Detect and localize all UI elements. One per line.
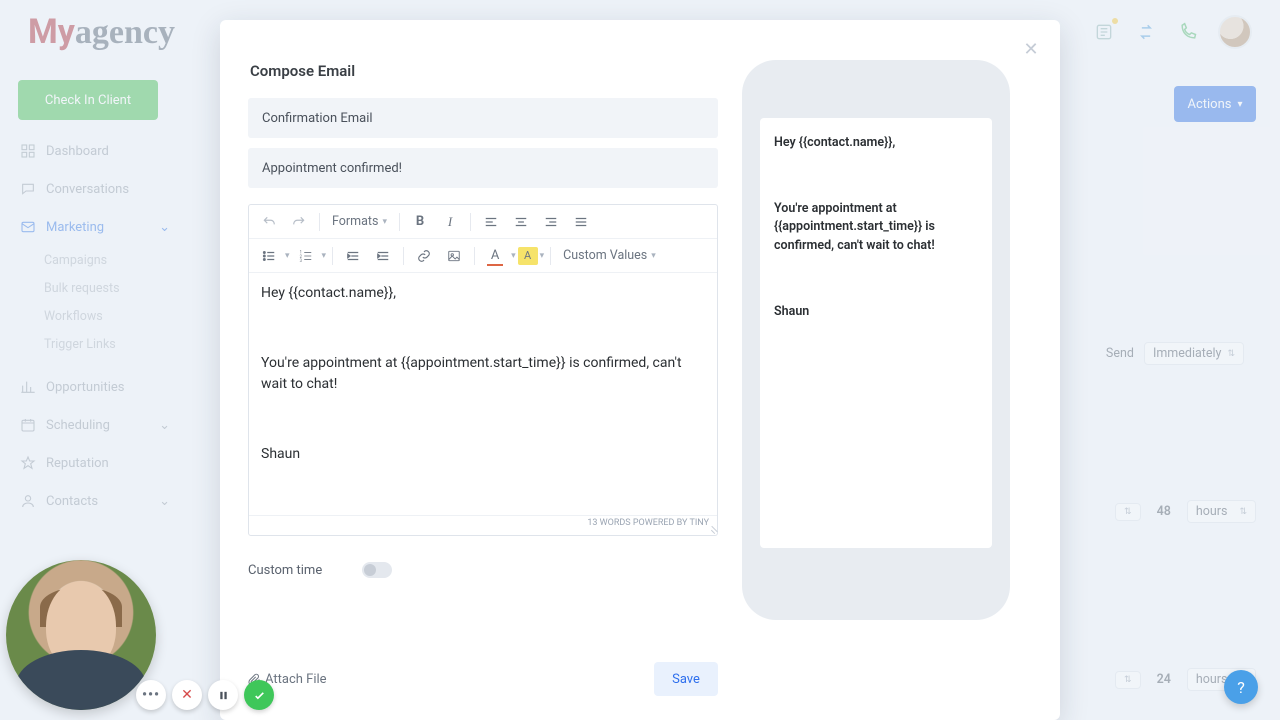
redo-icon[interactable] xyxy=(285,209,313,235)
link-icon[interactable] xyxy=(410,243,438,269)
help-fab[interactable]: ? xyxy=(1224,670,1258,704)
rich-text-editor: Formats▾ B I ▾ 123 ▾ xyxy=(248,204,718,536)
close-icon[interactable]: ✕ xyxy=(1020,38,1042,60)
bulleted-list-icon[interactable] xyxy=(255,243,283,269)
custom-values-dropdown[interactable]: Custom Values▾ xyxy=(557,243,662,269)
recorder-more-button[interactable]: ••• xyxy=(136,680,166,710)
align-left-icon[interactable] xyxy=(477,209,505,235)
undo-icon[interactable] xyxy=(255,209,283,235)
outdent-icon[interactable] xyxy=(339,243,367,269)
align-right-icon[interactable] xyxy=(537,209,565,235)
italic-icon[interactable]: I xyxy=(436,209,464,235)
preview-line: Hey {{contact.name}}, xyxy=(774,134,978,153)
highlight-color-icon[interactable]: A xyxy=(518,247,538,265)
resize-handle-icon[interactable] xyxy=(707,525,715,533)
phone-preview-screen: Hey {{contact.name}}, You're appointment… xyxy=(760,118,992,548)
image-icon[interactable] xyxy=(440,243,468,269)
preview-line: Shaun xyxy=(774,303,978,322)
recorder-pause-button[interactable] xyxy=(208,680,238,710)
editor-footer: 13 WORDS POWERED BY TINY xyxy=(249,515,717,535)
body-line: Hey {{contact.name}}, xyxy=(261,283,705,304)
email-subject-input[interactable] xyxy=(248,148,718,188)
custom-time-toggle[interactable] xyxy=(362,562,392,578)
recorder-cancel-button[interactable]: ✕ xyxy=(172,680,202,710)
email-body-editor[interactable]: Hey {{contact.name}}, You're appointment… xyxy=(249,273,717,515)
indent-icon[interactable] xyxy=(369,243,397,269)
formats-dropdown[interactable]: Formats▾ xyxy=(326,209,393,235)
body-line: You're appointment at {{appointment.star… xyxy=(261,353,705,395)
custom-time-label: Custom time xyxy=(248,563,322,578)
recorder-controls: ••• ✕ xyxy=(136,680,274,710)
numbered-list-icon[interactable]: 123 xyxy=(292,243,320,269)
recorder-finish-button[interactable] xyxy=(244,680,274,710)
recorder-avatar[interactable] xyxy=(6,560,156,710)
save-button[interactable]: Save xyxy=(654,662,718,696)
text-color-icon[interactable]: A xyxy=(481,243,509,269)
svg-text:3: 3 xyxy=(299,257,302,262)
email-name-input[interactable] xyxy=(248,98,718,138)
align-center-icon[interactable] xyxy=(507,209,535,235)
body-line: Shaun xyxy=(261,444,705,465)
modal-title: Compose Email xyxy=(248,58,718,98)
bold-icon[interactable]: B xyxy=(406,209,434,235)
compose-email-modal: ✕ Compose Email Formats▾ B xyxy=(220,20,1060,720)
align-justify-icon[interactable] xyxy=(567,209,595,235)
phone-preview-frame: Hey {{contact.name}}, You're appointment… xyxy=(742,60,1010,620)
preview-line: You're appointment at {{appointment.star… xyxy=(774,200,978,256)
